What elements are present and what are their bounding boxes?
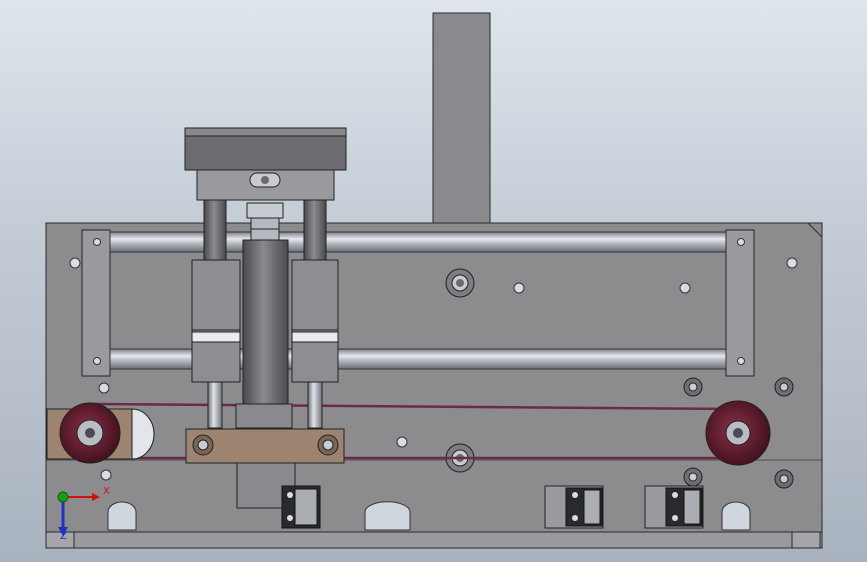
mounting-hole[interactable] <box>69 257 81 269</box>
cylinder-mount-plate-lip <box>184 127 347 137</box>
base-plate-bottom-strip <box>45 531 823 549</box>
mounting-hole[interactable] <box>98 382 110 394</box>
cad-graphics-viewport[interactable]: X Z <box>0 0 867 562</box>
bottom-slot[interactable] <box>107 501 137 531</box>
bottom-slot[interactable] <box>364 501 411 531</box>
pulley-right[interactable] <box>705 400 771 466</box>
guide-rod-upper[interactable] <box>109 231 727 253</box>
vertical-shaft-left[interactable] <box>203 199 227 263</box>
mounting-hole[interactable] <box>786 257 798 269</box>
clamp-slot-screw <box>261 176 269 184</box>
pneumatic-fitting[interactable] <box>246 202 284 241</box>
lower-block[interactable] <box>235 403 293 429</box>
limit-switch-1[interactable] <box>281 485 321 529</box>
counterbore-screw[interactable] <box>445 268 475 298</box>
limit-switch-3[interactable] <box>644 485 704 529</box>
vertical-shaft-right[interactable] <box>303 199 327 263</box>
triad-x-label: X <box>103 486 110 497</box>
mounting-hole[interactable] <box>396 436 408 448</box>
assembly-drawing[interactable] <box>0 0 867 562</box>
linear-bearing-right[interactable] <box>291 259 339 383</box>
counterbore-screw[interactable] <box>774 377 794 397</box>
base-plate[interactable] <box>45 222 823 546</box>
mounting-hole[interactable] <box>100 469 112 481</box>
guide-pin-left[interactable] <box>207 381 223 429</box>
belt-clamp-bracket[interactable] <box>185 428 345 464</box>
guide-pin-right[interactable] <box>307 381 323 429</box>
linear-bearing-left[interactable] <box>191 259 241 383</box>
counterbore-screw[interactable] <box>774 469 794 489</box>
vertical-column[interactable] <box>432 12 491 226</box>
rod-support-left[interactable] <box>81 229 111 377</box>
mounting-hole[interactable] <box>513 282 525 294</box>
rod-support-right[interactable] <box>725 229 755 377</box>
triad-z-label: Z <box>60 531 67 542</box>
counterbore-screw[interactable] <box>683 467 703 487</box>
pulley-left[interactable] <box>59 402 121 464</box>
base-plate-foot-right <box>791 531 821 549</box>
counterbore-screw[interactable] <box>683 377 703 397</box>
limit-switch-2[interactable] <box>544 485 604 529</box>
bottom-slot[interactable] <box>721 501 751 531</box>
mounting-hole[interactable] <box>679 282 691 294</box>
triad-y-axis-origin <box>57 491 69 503</box>
